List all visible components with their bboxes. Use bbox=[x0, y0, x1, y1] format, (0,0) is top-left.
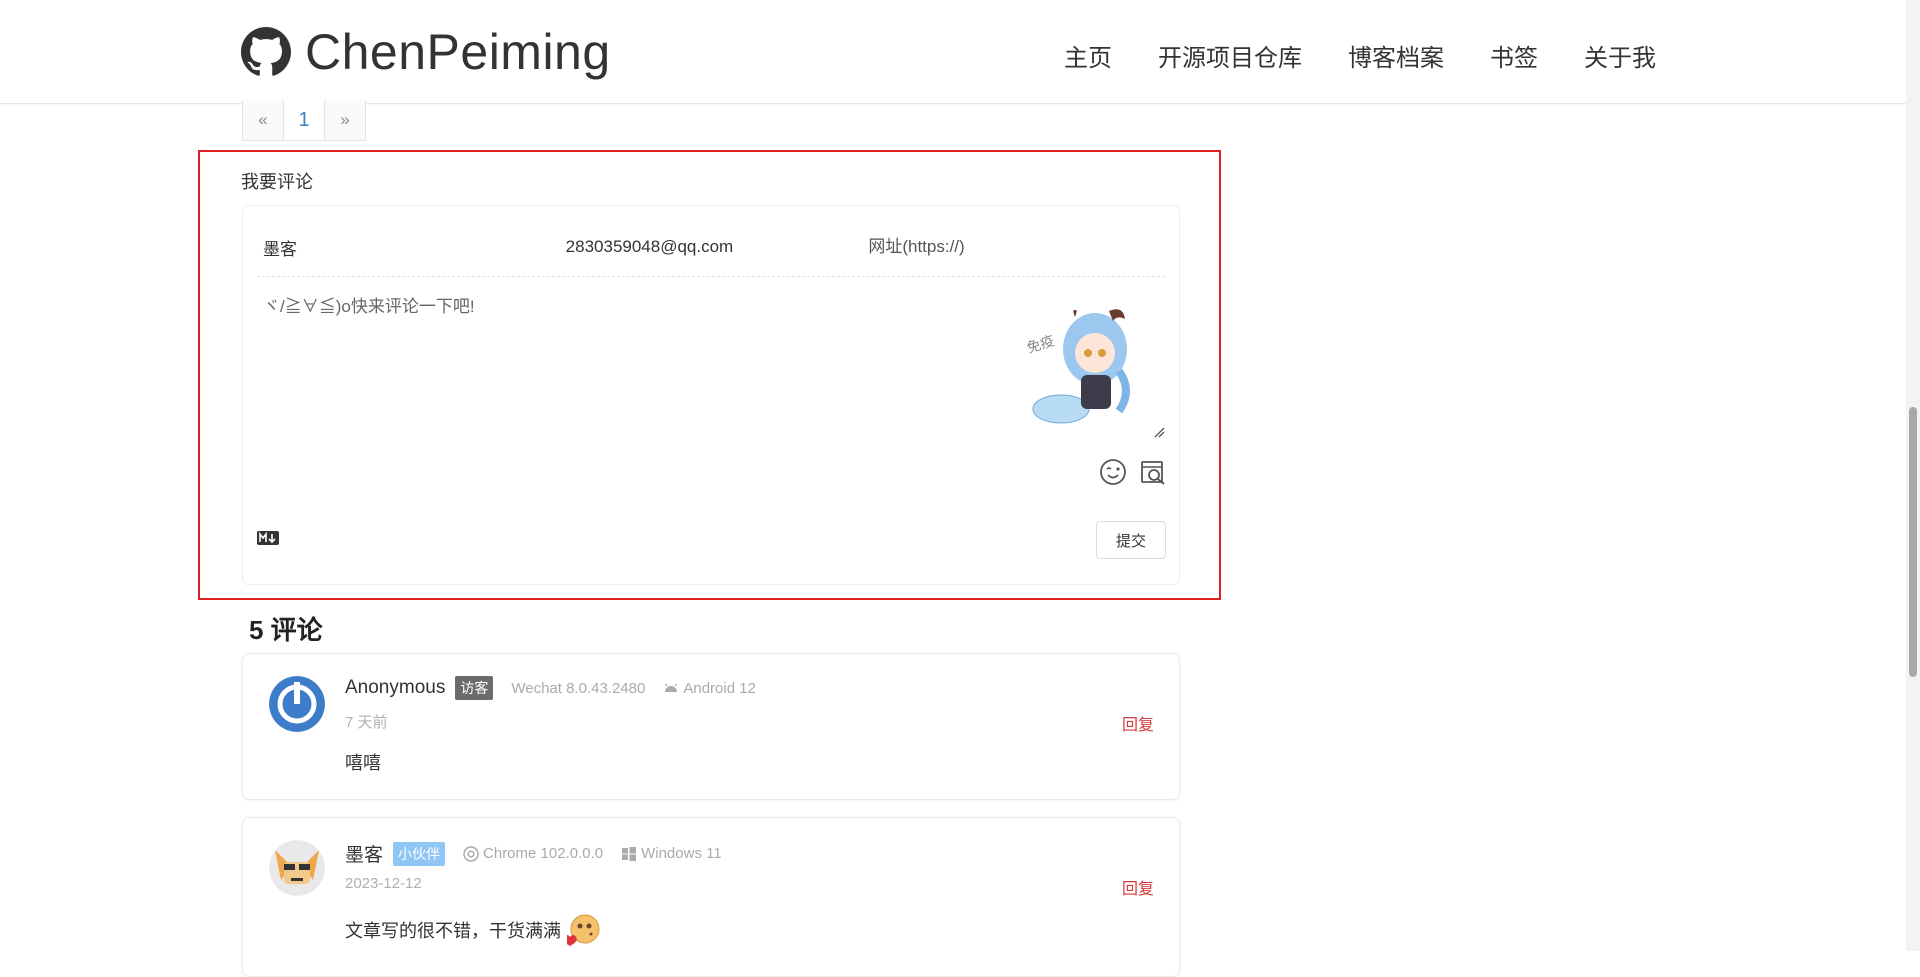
comment-header: 墨客 小伙伴 Chrome 102.0.0.0 Windows 11 bbox=[345, 840, 722, 867]
preview-icon[interactable] bbox=[1139, 458, 1167, 486]
resize-handle-icon[interactable] bbox=[1153, 426, 1165, 438]
main-nav: 主页 开源项目仓库 博客档案 书签 关于我 bbox=[1018, 38, 1656, 73]
comment-os: Android 12 bbox=[663, 680, 756, 697]
page-scrollbar[interactable] bbox=[1906, 0, 1920, 951]
blowing-kiss-emoji-icon bbox=[567, 914, 600, 946]
nav-about[interactable]: 关于我 bbox=[1584, 38, 1656, 73]
submit-button[interactable]: 提交 bbox=[1096, 521, 1166, 559]
comment-card: 墨客 小伙伴 Chrome 102.0.0.0 Windows 11 2023-… bbox=[242, 817, 1180, 977]
comments-count-title: 5 评论 bbox=[249, 615, 323, 645]
avatar bbox=[269, 840, 325, 896]
nav-bookmarks[interactable]: 书签 bbox=[1490, 38, 1538, 73]
browser-label: Wechat 8.0.43.2480 bbox=[511, 679, 646, 697]
browser-label: Chrome 102.0.0.0 bbox=[483, 845, 604, 862]
brand-name: ChenPeiming bbox=[305, 24, 611, 80]
brand[interactable]: ChenPeiming bbox=[241, 22, 611, 82]
nickname-field[interactable] bbox=[257, 218, 560, 276]
status-badge: 访客 bbox=[455, 676, 494, 700]
site-header: ChenPeiming 主页 开源项目仓库 博客档案 书签 关于我 bbox=[0, 0, 1906, 104]
markdown-icon[interactable] bbox=[257, 531, 279, 545]
github-icon bbox=[241, 27, 291, 76]
comment-fields bbox=[257, 218, 1166, 277]
pagination: « 1 » bbox=[242, 100, 366, 141]
comment-form-title: 我要评论 bbox=[241, 172, 313, 192]
windows-icon bbox=[622, 846, 637, 861]
comment-content: 文章写的很不错，干货满满 bbox=[345, 921, 561, 941]
chrome-icon bbox=[463, 845, 479, 862]
comment-content: 嘻嘻 bbox=[345, 753, 381, 773]
status-badge: 小伙伴 bbox=[393, 841, 446, 866]
pagination-next[interactable]: » bbox=[325, 100, 366, 141]
comment-card: Anonymous 访客 Wechat 8.0.43.2480 Android … bbox=[242, 653, 1180, 800]
pagination-prev[interactable]: « bbox=[242, 100, 284, 141]
comment-browser: Wechat 8.0.43.2480 bbox=[511, 680, 645, 697]
os-label: Android 12 bbox=[683, 679, 756, 697]
comment-header: Anonymous 访客 Wechat 8.0.43.2480 Android … bbox=[345, 676, 756, 700]
comment-author[interactable]: 墨客 bbox=[345, 840, 383, 867]
emoji-icon[interactable] bbox=[1099, 458, 1127, 486]
avatar bbox=[269, 676, 325, 732]
reply-button[interactable]: 回复 bbox=[1122, 711, 1154, 735]
comment-time: 2023-12-12 bbox=[345, 875, 422, 892]
nav-home[interactable]: 主页 bbox=[1064, 38, 1112, 73]
comment-os: Windows 11 bbox=[621, 845, 722, 862]
comment-browser: Chrome 102.0.0.0 bbox=[463, 845, 603, 862]
comment-form: 免疫 提交 bbox=[242, 205, 1180, 585]
comment-text: 嘻嘻 bbox=[345, 749, 381, 775]
mascot-image: 免疫 bbox=[1025, 309, 1130, 424]
website-field[interactable] bbox=[862, 218, 1166, 276]
mascot-text: 免疫 bbox=[1025, 332, 1057, 356]
email-field[interactable] bbox=[559, 218, 863, 276]
pagination-page-1[interactable]: 1 bbox=[284, 100, 325, 141]
android-icon bbox=[665, 683, 678, 692]
comment-author[interactable]: Anonymous bbox=[345, 677, 445, 699]
scrollbar-thumb[interactable] bbox=[1909, 407, 1917, 677]
comment-time: 7 天前 bbox=[345, 714, 388, 731]
nav-projects[interactable]: 开源项目仓库 bbox=[1158, 38, 1302, 73]
nav-archive[interactable]: 博客档案 bbox=[1348, 38, 1444, 73]
os-label: Windows 11 bbox=[641, 845, 722, 862]
reply-button[interactable]: 回复 bbox=[1122, 875, 1154, 899]
comment-text: 文章写的很不错，干货满满 bbox=[345, 913, 601, 947]
comment-tools bbox=[1099, 458, 1167, 486]
